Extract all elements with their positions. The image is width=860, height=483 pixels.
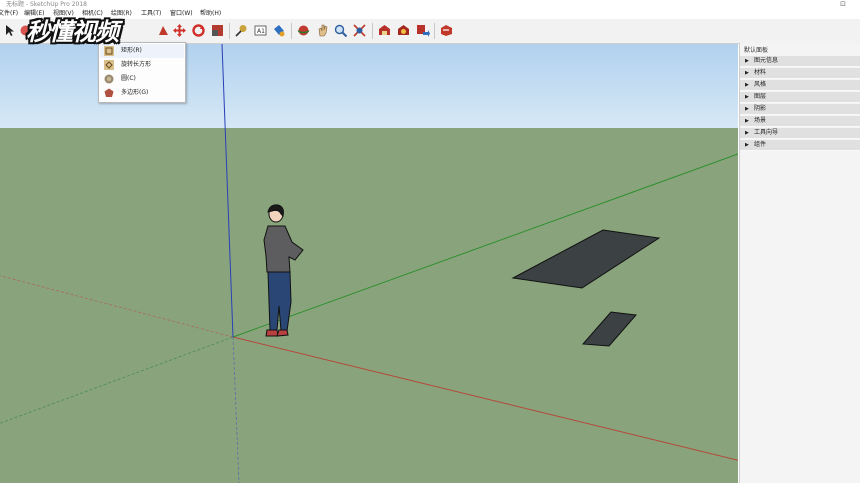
expand-triangle-icon: ▶: [745, 70, 749, 76]
tray-panel-materials[interactable]: ▶ 材料: [740, 68, 860, 79]
polygon-icon: [104, 88, 114, 97]
drawing-viewport[interactable]: [0, 44, 738, 483]
zoom-extents-icon[interactable]: [352, 23, 367, 38]
move-icon[interactable]: [172, 23, 187, 38]
toolbar-separator: [434, 23, 435, 39]
scale-icon[interactable]: [210, 23, 225, 38]
menu-help[interactable]: 帮助(H): [200, 9, 221, 19]
tray-panel-scenes[interactable]: ▶ 场景: [740, 116, 860, 127]
expand-triangle-icon: ▶: [745, 58, 749, 64]
pan-icon[interactable]: [315, 23, 330, 38]
menu-file[interactable]: 文件(F): [0, 9, 18, 19]
extension-warehouse-icon[interactable]: [439, 23, 454, 38]
scene-canvas[interactable]: [0, 44, 738, 483]
toolbar-separator: [229, 23, 230, 39]
tray-panel-entity-info[interactable]: ▶ 图元信息: [740, 56, 860, 67]
tape-measure-icon[interactable]: [234, 23, 249, 38]
tray-panel-instructor[interactable]: ▶ 工具向导: [740, 128, 860, 139]
share-component-icon[interactable]: [415, 23, 430, 38]
menu-item-rotated-rectangle[interactable]: 旋转长方形: [100, 58, 184, 72]
zoom-icon[interactable]: [333, 23, 348, 38]
svg-text:A1: A1: [257, 28, 265, 35]
tray-panel-styles[interactable]: ▶ 风格: [740, 80, 860, 91]
expand-triangle-icon: ▶: [745, 118, 749, 124]
dimension-icon[interactable]: A1: [253, 23, 268, 38]
tray-title: 默认面板: [744, 47, 769, 54]
warehouse-icon[interactable]: [377, 23, 392, 38]
tray-panel-layers[interactable]: ▶ 图层: [740, 92, 860, 103]
tray-panel-components[interactable]: ▶ 组件: [740, 140, 860, 151]
tray-panel-shadows[interactable]: ▶ 阴影: [740, 104, 860, 115]
watermark-text: 秒懂视频: [26, 17, 119, 46]
expand-triangle-icon: ▶: [745, 142, 749, 148]
window-controls[interactable]: ⊡: [840, 0, 846, 9]
share-model-icon[interactable]: [396, 23, 411, 38]
toolbar-separator: [291, 23, 292, 39]
rectangle-icon: [104, 46, 114, 56]
rotated-rectangle-icon: [104, 60, 114, 70]
menu-item-circle[interactable]: 圆(C): [100, 72, 184, 86]
paint-bucket-icon[interactable]: [271, 23, 286, 38]
menu-item-polygon[interactable]: 多边形(G): [100, 86, 184, 100]
orbit-icon[interactable]: [296, 23, 311, 38]
expand-triangle-icon: ▶: [745, 106, 749, 112]
expand-triangle-icon: ▶: [745, 94, 749, 100]
expand-triangle-icon: ▶: [745, 82, 749, 88]
expand-triangle-icon: ▶: [745, 130, 749, 136]
rotate-icon[interactable]: [191, 23, 206, 38]
ground-plane: [0, 128, 738, 483]
default-tray: 默认面板 ▶ 图元信息 ▶ 材料 ▶ 风格 ▶ 图层 ▶ 阴影 ▶ 场景 ▶ 工具向导 ▶ 组件: [739, 43, 860, 483]
toolbar-separator: [372, 23, 373, 39]
shapes-flyout-menu: 矩形(R) 旋转长方形 圆(C) 多边形(G): [98, 42, 186, 103]
menu-window[interactable]: 窗口(W): [170, 9, 193, 19]
circle-icon: [104, 74, 114, 84]
title-bar: 无标题 - SketchUp Pro 2018 ⊡: [0, 0, 860, 9]
select-arrow-icon[interactable]: [2, 23, 17, 38]
window-title: 无标题 - SketchUp Pro 2018: [6, 1, 87, 8]
video-watermark-logo: 秒懂视频: [26, 12, 162, 46]
